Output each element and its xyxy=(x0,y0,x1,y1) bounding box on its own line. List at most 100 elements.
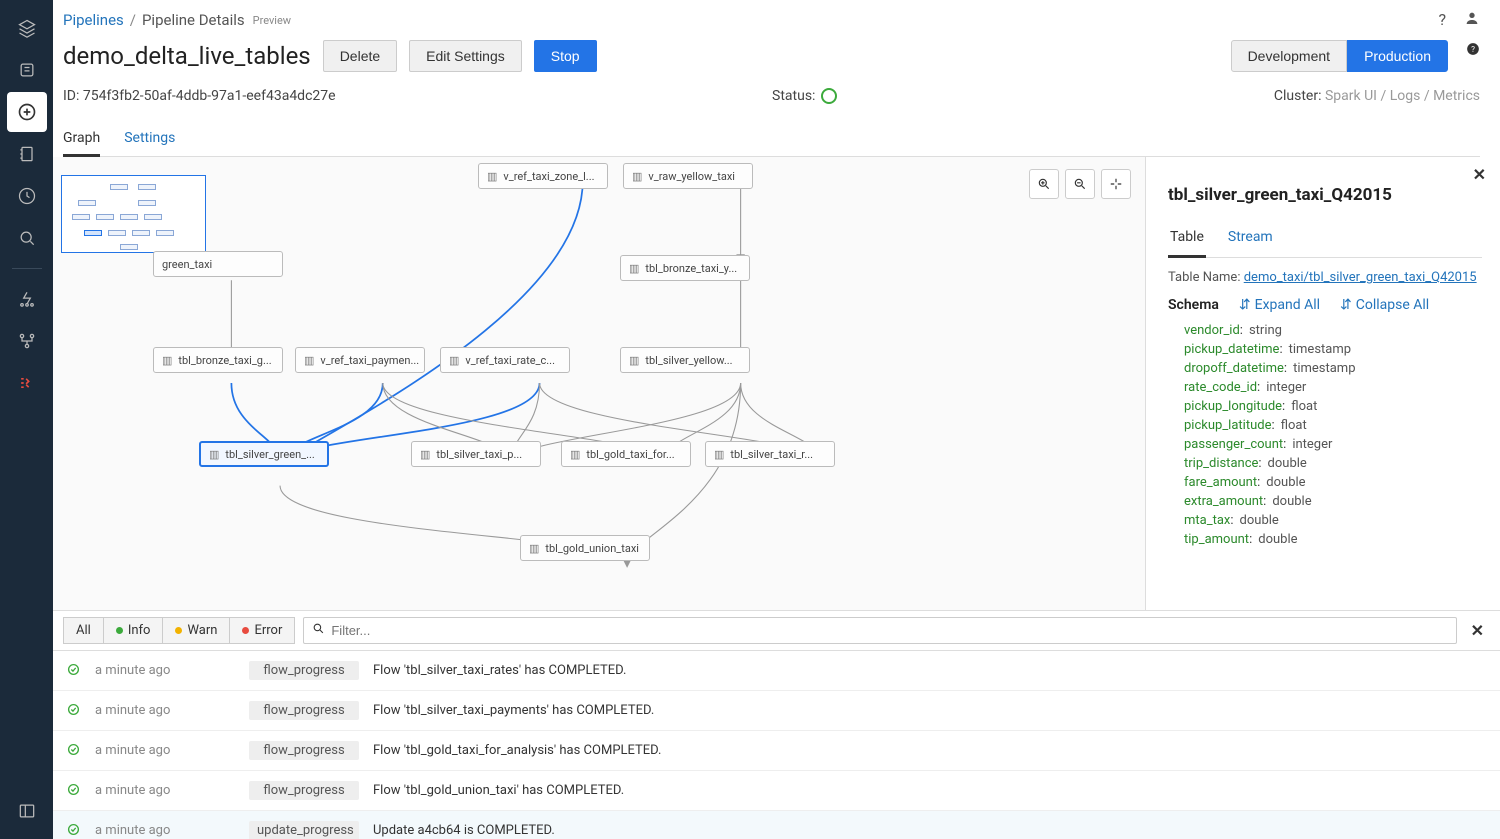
warn-dot-icon xyxy=(175,623,182,638)
events-search-input[interactable] xyxy=(331,623,1447,638)
event-message: Flow 'tbl_silver_taxi_rates' has COMPLET… xyxy=(373,663,1486,678)
tab-graph[interactable]: Graph xyxy=(63,122,100,157)
column-type: float xyxy=(1291,399,1317,414)
node-green-taxi[interactable]: green_taxi xyxy=(153,251,283,277)
events-search[interactable] xyxy=(303,617,1456,644)
graph-canvas[interactable]: ▥v_ref_taxi_zone_l... ▥v_raw_yellow_taxi… xyxy=(53,157,1145,610)
column-name: tip_amount xyxy=(1184,532,1249,547)
collapse-all-button[interactable]: ⇵Collapse All xyxy=(1340,297,1429,313)
node-tbl-gold-taxi-for[interactable]: ▥tbl_gold_taxi_for... xyxy=(561,441,691,467)
breadcrumb-link[interactable]: Pipelines xyxy=(63,11,124,29)
column-type: timestamp xyxy=(1289,342,1351,357)
node-v-ref-taxi-zone[interactable]: ▥v_ref_taxi_zone_l... xyxy=(478,163,608,189)
node-v-raw-yellow-taxi[interactable]: ▥v_raw_yellow_taxi xyxy=(623,163,753,189)
node-tbl-silver-taxi-p[interactable]: ▥tbl_silver_taxi_p... xyxy=(411,441,541,467)
event-tag: flow_progress xyxy=(249,781,359,800)
column-type: double xyxy=(1272,494,1311,509)
filter-error-button[interactable]: Error xyxy=(230,617,295,644)
column-name: vendor_id xyxy=(1184,323,1240,338)
event-row[interactable]: a minute agoflow_progressFlow 'tbl_silve… xyxy=(53,651,1500,691)
env-production-button[interactable]: Production xyxy=(1347,40,1448,72)
column-name: pickup_longitude xyxy=(1184,399,1282,414)
nav-notebook-icon[interactable] xyxy=(7,134,47,174)
node-v-ref-taxi-rate-c[interactable]: ▥v_ref_taxi_rate_c... xyxy=(440,347,570,373)
detail-tab-table[interactable]: Table xyxy=(1168,219,1206,258)
node-tbl-silver-green[interactable]: ▥tbl_silver_green_... xyxy=(199,441,329,467)
node-v-ref-taxi-paymen[interactable]: ▥v_ref_taxi_paymen... xyxy=(295,347,425,373)
event-message: Flow 'tbl_gold_taxi_for_analysis' has CO… xyxy=(373,743,1486,758)
nav-workflows-icon[interactable] xyxy=(7,321,47,361)
column-name: trip_distance xyxy=(1184,456,1258,471)
column-type: double xyxy=(1258,532,1297,547)
nav-compute-icon[interactable] xyxy=(7,279,47,319)
column-name: rate_code_id xyxy=(1184,380,1257,395)
filter-all-button[interactable]: All xyxy=(63,617,104,644)
detail-close-icon[interactable]: ✕ xyxy=(1473,165,1486,184)
breadcrumb: Pipelines / Pipeline Details Preview ? xyxy=(63,10,1480,30)
node-tbl-silver-taxi-r[interactable]: ▥tbl_silver_taxi_r... xyxy=(705,441,835,467)
nav-pipelines-icon[interactable] xyxy=(7,363,47,403)
schema-column: extra_amount:double xyxy=(1184,494,1482,509)
cluster-logs-link[interactable]: Logs xyxy=(1390,88,1421,104)
table-name-link[interactable]: demo_taxi/tbl_silver_green_taxi_Q42015 xyxy=(1244,270,1477,285)
event-row[interactable]: a minute agoflow_progressFlow 'tbl_silve… xyxy=(53,691,1500,731)
id-value: 754f3fb2-50af-4ddb-97a1-eef43a4dc27e xyxy=(83,88,336,104)
graph-minimap[interactable] xyxy=(61,175,206,253)
filter-info-button[interactable]: Info xyxy=(104,617,164,644)
fit-view-button[interactable] xyxy=(1101,169,1131,199)
node-tbl-gold-union-taxi[interactable]: ▥tbl_gold_union_taxi xyxy=(520,535,650,561)
node-tbl-silver-yellow[interactable]: ▥tbl_silver_yellow... xyxy=(620,347,750,373)
event-row[interactable]: a minute agoflow_progressFlow 'tbl_gold_… xyxy=(53,731,1500,771)
column-name: extra_amount xyxy=(1184,494,1263,509)
event-row[interactable]: a minute ago update_progress Update a4cb64… xyxy=(53,811,1500,839)
nav-data-icon[interactable] xyxy=(7,50,47,90)
search-icon xyxy=(312,622,325,639)
header: Pipelines / Pipeline Details Preview ? d… xyxy=(53,0,1500,157)
edit-settings-button[interactable]: Edit Settings xyxy=(409,40,522,72)
nav-search-icon[interactable] xyxy=(7,218,47,258)
nav-history-icon[interactable] xyxy=(7,176,47,216)
cluster-metrics-link[interactable]: Metrics xyxy=(1433,88,1480,104)
nav-collapse-icon[interactable] xyxy=(7,791,47,831)
column-name: dropoff_datetime xyxy=(1184,361,1284,376)
expand-all-button[interactable]: ⇵Expand All xyxy=(1239,297,1320,313)
cluster-sparkui-link[interactable]: Spark UI xyxy=(1325,88,1377,104)
error-dot-icon xyxy=(242,623,249,638)
detail-tab-stream[interactable]: Stream xyxy=(1226,219,1275,257)
event-time: a minute ago xyxy=(95,823,235,838)
preview-badge: Preview xyxy=(253,14,291,27)
delete-button[interactable]: Delete xyxy=(323,40,397,72)
event-time: a minute ago xyxy=(95,663,235,678)
events-close-icon[interactable]: ✕ xyxy=(1465,621,1490,640)
zoom-in-button[interactable] xyxy=(1029,169,1059,199)
event-status-icon xyxy=(67,663,81,679)
schema-column: rate_code_id:integer xyxy=(1184,380,1482,395)
help-icon[interactable]: ? xyxy=(1438,10,1446,30)
logo-icon[interactable] xyxy=(7,8,47,48)
event-rows: a minute ago flow_progress Flow 'tbl_silve… xyxy=(53,651,1500,839)
column-name: passenger_count xyxy=(1184,437,1283,452)
event-tag: update_progress xyxy=(249,821,359,839)
zoom-out-button[interactable] xyxy=(1065,169,1095,199)
node-tbl-bronze-taxi-y[interactable]: ▥tbl_bronze_taxi_y... xyxy=(620,255,750,281)
tab-settings[interactable]: Settings xyxy=(124,122,175,156)
event-message: Update a4cb64 is COMPLETED. xyxy=(373,823,1486,838)
events-toolbar: All Info Warn Error ✕ xyxy=(53,611,1500,651)
column-type: float xyxy=(1281,418,1307,433)
meta-row: ID: 754f3fb2-50af-4ddb-97a1-eef43a4dc27e… xyxy=(63,88,1480,104)
breadcrumb-current: Pipeline Details xyxy=(142,11,245,29)
event-time: a minute ago xyxy=(95,703,235,718)
nav-create-icon[interactable] xyxy=(7,92,47,132)
events-filter-group: All Info Warn Error xyxy=(63,617,295,644)
page-title: demo_delta_live_tables xyxy=(63,42,311,70)
filter-warn-button[interactable]: Warn xyxy=(163,617,230,644)
stop-button[interactable]: Stop xyxy=(534,40,597,72)
user-icon[interactable] xyxy=(1464,10,1480,30)
detail-tabs: Table Stream xyxy=(1168,219,1482,258)
event-row[interactable]: a minute agoflow_progressFlow 'tbl_gold_… xyxy=(53,771,1500,811)
svg-text:?: ? xyxy=(1471,44,1475,54)
node-tbl-bronze-taxi-g[interactable]: ▥tbl_bronze_taxi_g... xyxy=(153,347,283,373)
env-development-button[interactable]: Development xyxy=(1231,40,1348,72)
schema-column: mta_tax:double xyxy=(1184,513,1482,528)
env-help-icon[interactable]: ? xyxy=(1466,42,1480,60)
